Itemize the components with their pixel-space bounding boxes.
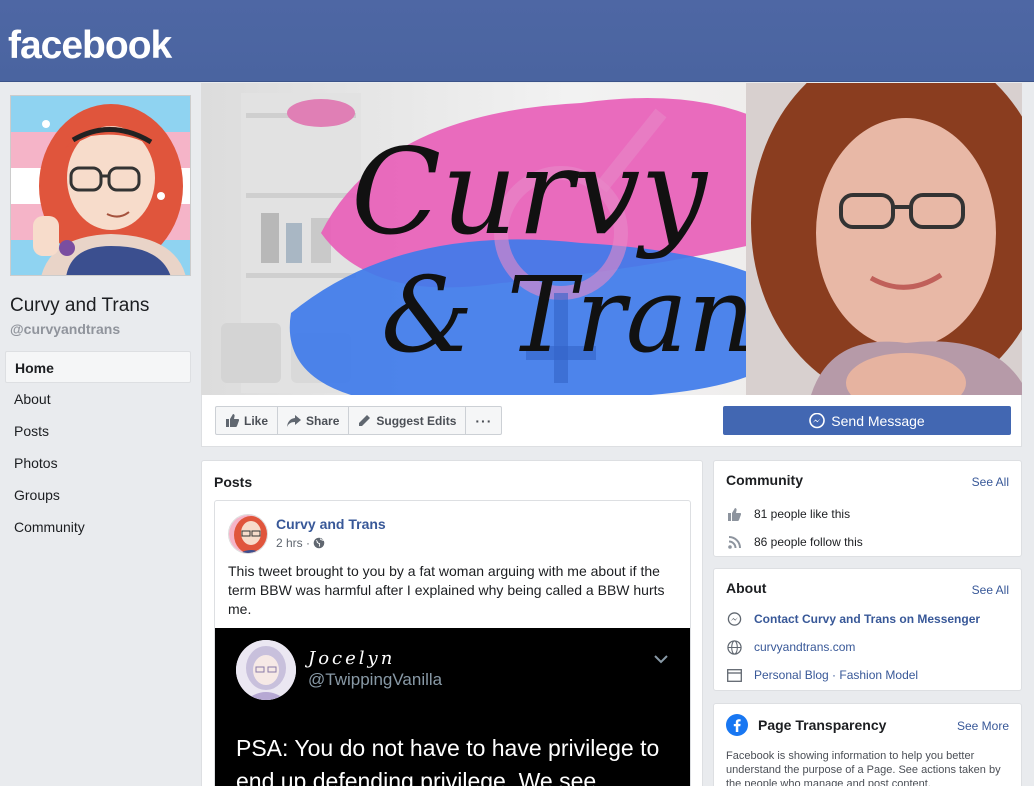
suggest-edits-label: Suggest Edits (376, 413, 457, 428)
tweet-avatar (236, 640, 296, 700)
about-category-link[interactable]: Personal Blog · Fashion Model (754, 668, 918, 682)
globe-icon (726, 639, 742, 655)
post-author-name[interactable]: Curvy and Trans (276, 516, 386, 532)
suggest-edits-button[interactable]: Suggest Edits (349, 407, 467, 434)
more-options-button[interactable]: ··· (466, 407, 501, 434)
category-tag-icon (726, 668, 742, 682)
about-heading: About (726, 580, 767, 596)
post-time-text: 2 hrs · (276, 536, 311, 550)
facebook-logo[interactable]: facebook (8, 24, 172, 68)
nav-item-groups[interactable]: Groups (5, 479, 191, 511)
about-messenger-row: Contact Curvy and Trans on Messenger (726, 611, 980, 627)
page-action-bar: Like Share Suggest Edits ··· Send Messag… (201, 395, 1022, 447)
about-website-link[interactable]: curvyandtrans.com (754, 640, 855, 654)
cover-photo[interactable]: Curvy & Trans (201, 83, 1022, 395)
messenger-icon (727, 611, 741, 626)
share-arrow-icon (287, 414, 302, 427)
community-likes-row: 81 people like this (726, 506, 850, 522)
page-transparency-heading: Page Transparency (758, 717, 887, 733)
send-message-label: Send Message (831, 412, 925, 429)
page-action-group: Like Share Suggest Edits ··· (215, 406, 503, 435)
page-transparency-see-more-link[interactable]: See More (957, 719, 1009, 733)
post-body-text: This tweet brought to you by a fat woman… (228, 563, 665, 617)
post-card: Curvy and Trans 2 hrs · This tweet broug… (214, 500, 691, 786)
more-dots-icon: ··· (475, 412, 493, 429)
page-nav: Home About Posts Photos Groups Community (5, 351, 191, 543)
page-transparency-description: Facebook is showing information to help … (726, 750, 1001, 786)
thumbs-up-icon (226, 414, 239, 427)
community-card: Community See All 81 people like this 86… (713, 460, 1022, 557)
facebook-f-icon (726, 714, 748, 736)
tweet-display-name: Jocelyn (308, 648, 396, 669)
messenger-icon (809, 412, 826, 428)
post-timestamp[interactable]: 2 hrs · (276, 536, 325, 550)
globe-icon (313, 537, 325, 549)
share-label: Share (306, 413, 340, 428)
about-website-row: curvyandtrans.com (726, 639, 855, 655)
about-messenger-link[interactable]: Contact Curvy and Trans on Messenger (754, 612, 980, 626)
cover-title-line2: & Trans (381, 254, 808, 376)
chevron-down-icon (654, 655, 668, 664)
tweet-text: PSA: You do not have to have privilege t… (236, 735, 660, 786)
nav-item-home[interactable]: Home (5, 351, 191, 383)
nav-item-posts[interactable]: Posts (5, 415, 191, 447)
nav-item-community[interactable]: Community (5, 511, 191, 543)
about-see-all-link[interactable]: See All (972, 583, 1009, 597)
thumbs-up-icon (728, 507, 741, 521)
posts-heading: Posts (214, 474, 253, 490)
nav-item-about[interactable]: About (5, 383, 191, 415)
page-handle[interactable]: @curvyandtrans (10, 321, 120, 337)
like-label: Like (244, 413, 269, 428)
about-card: About See All Contact Curvy and Trans on… (713, 568, 1022, 691)
tweet-screenshot[interactable]: Jocelyn @TwippingVanilla PSA: You do not… (215, 628, 690, 786)
top-bar: facebook (0, 0, 1034, 82)
tweet-handle: @TwippingVanilla (308, 670, 443, 689)
community-likes-text: 81 people like this (754, 507, 851, 521)
cover-title-line1: Curvy (351, 123, 708, 261)
community-see-all-link[interactable]: See All (972, 475, 1009, 489)
community-follows-text: 86 people follow this (754, 535, 863, 549)
posts-panel: Posts Curvy and Trans 2 hrs · This tweet… (201, 460, 703, 786)
community-follows-row: 86 people follow this (726, 534, 863, 550)
pencil-icon (359, 415, 371, 426)
profile-picture[interactable] (10, 95, 191, 276)
page-name[interactable]: Curvy and Trans (10, 295, 149, 317)
page-transparency-card: Page Transparency See More Facebook is s… (713, 703, 1022, 786)
community-heading: Community (726, 472, 803, 488)
post-author-avatar[interactable] (228, 514, 268, 554)
share-button[interactable]: Share (278, 407, 350, 434)
send-message-button[interactable]: Send Message (723, 406, 1011, 435)
like-button[interactable]: Like (216, 407, 279, 434)
about-category-row: Personal Blog · Fashion Model (726, 667, 918, 683)
nav-item-photos[interactable]: Photos (5, 447, 191, 479)
rss-follow-icon (727, 535, 741, 549)
